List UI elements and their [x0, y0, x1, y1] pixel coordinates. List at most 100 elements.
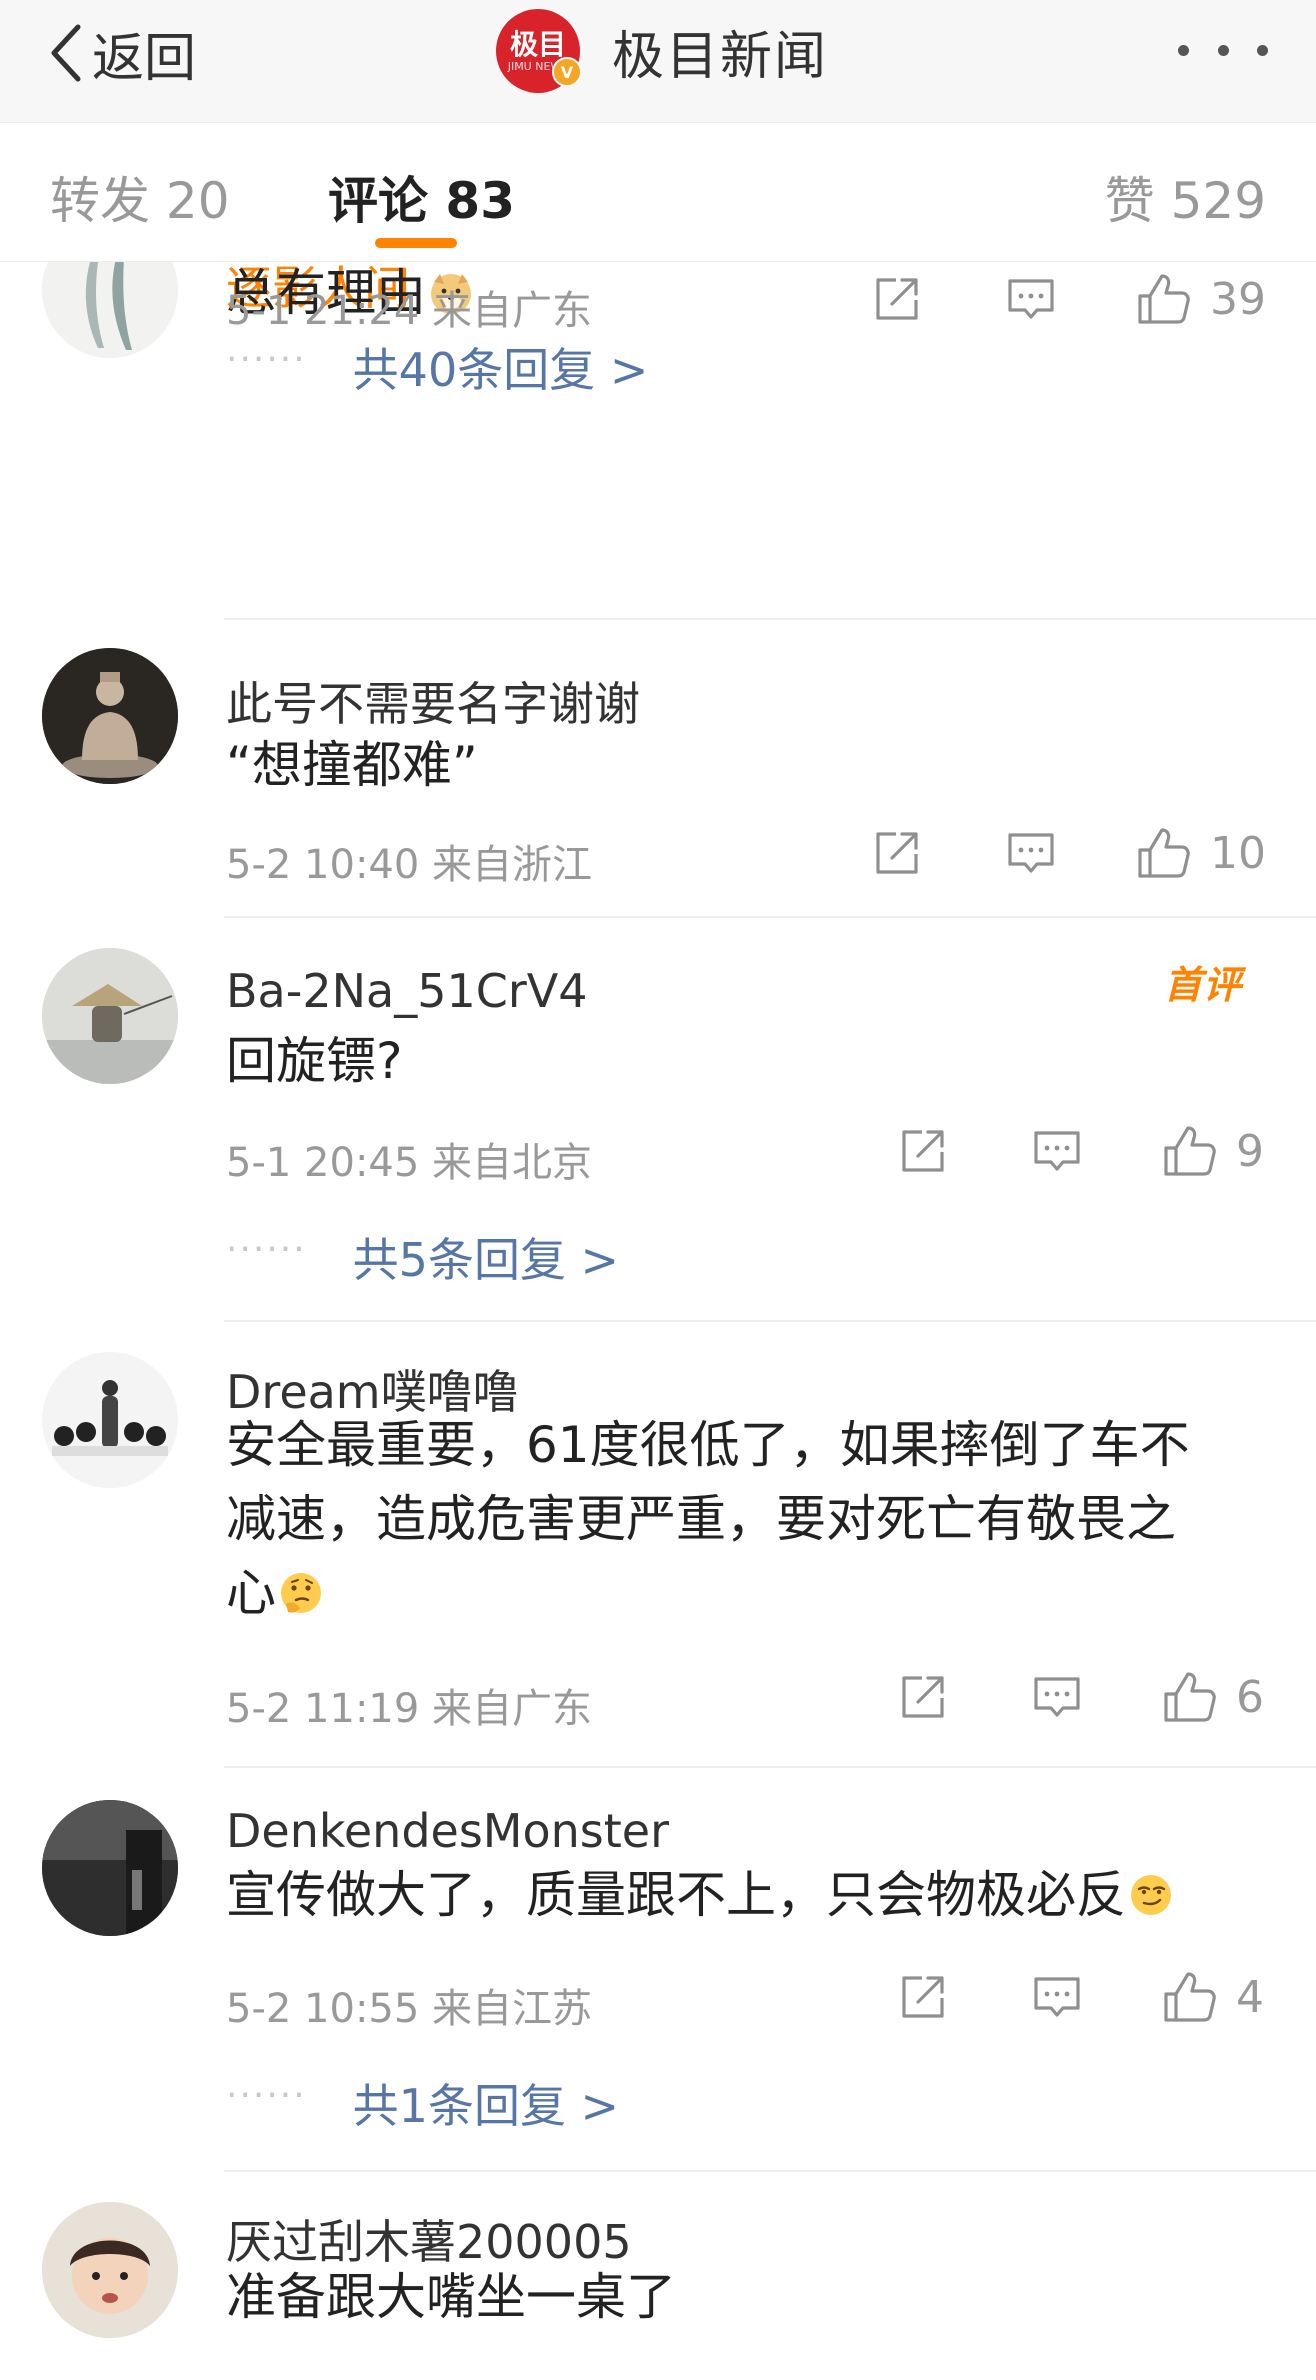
- comment-meta: 5-2 10:40 来自浙江: [226, 842, 593, 888]
- share-icon: [902, 1676, 944, 1718]
- like-count: 4: [1236, 1971, 1264, 2023]
- more-dots-icon: [1257, 44, 1268, 56]
- comment-text-content: 回旋镖?: [226, 1032, 403, 1090]
- comment-text: 回旋镖?: [226, 1024, 1236, 1098]
- avatar-feather-image: [42, 262, 178, 358]
- comment-text: 安全最重要，61度很低了，如果摔倒了车不 减速，造成危害更严重，要对死亡有敬畏之…: [226, 1408, 1236, 1630]
- reply-dots: ······: [226, 339, 307, 380]
- comment-text: 宣传做大了，质量跟不上，只会物极必反: [226, 1858, 1236, 1932]
- comment-meta: 5-1 20:45 来自北京: [226, 1140, 593, 1186]
- forward-button[interactable]: [896, 1124, 950, 1178]
- more-button[interactable]: [1178, 30, 1268, 70]
- comment-divider: [224, 916, 1316, 918]
- comment-bubble-icon: [1034, 1677, 1080, 1717]
- comment-divider: [224, 2170, 1316, 2172]
- comment-divider: [224, 618, 1316, 620]
- like-button[interactable]: 9: [1160, 1122, 1264, 1180]
- avatar-fisherman-image: [42, 948, 178, 1084]
- comment-username[interactable]: 此号不需要名字谢谢: [226, 668, 640, 734]
- view-replies-link[interactable]: ······ 共5条回复 >: [226, 1224, 619, 1290]
- avatar[interactable]: [42, 2202, 178, 2338]
- comment-text-line: 心: [226, 1564, 276, 1622]
- forward-button[interactable]: [896, 1970, 950, 2024]
- comment-meta: 5-1 21:24 来自广东: [226, 288, 593, 334]
- view-replies-link[interactable]: ······ 共40条回复 >: [226, 334, 648, 400]
- logo-text: 极目: [509, 27, 566, 61]
- reply-dots: ······: [226, 2075, 307, 2116]
- comment-meta: 5-2 11:19 来自广东: [226, 1686, 593, 1732]
- comment-reply-button[interactable]: [1030, 1670, 1084, 1724]
- thumbs-up-icon: [1164, 1672, 1216, 1722]
- tab-bar: 转发 20 评论 83 赞 529: [0, 123, 1316, 262]
- comment-text-content: “想撞都难”: [226, 736, 478, 794]
- thumbs-up-icon: [1138, 274, 1190, 324]
- back-chevron-icon: [51, 24, 81, 82]
- share-icon: [876, 832, 918, 874]
- replies-count-label: 共40条回复 >: [352, 343, 649, 397]
- avatar-statue-image: [42, 648, 178, 784]
- back-label: 返回: [92, 28, 197, 89]
- thumbs-up-icon: [1138, 828, 1190, 878]
- thinking-emoji-icon: [281, 1573, 321, 1613]
- comment-divider: [224, 1320, 1316, 1322]
- share-icon: [876, 278, 918, 320]
- like-button[interactable]: 39: [1134, 270, 1266, 328]
- top-navigation-bar: 返回 极目 JIMU NEWS V 极目新闻: [0, 0, 1316, 123]
- smirk-emoji-icon: [1131, 1875, 1171, 1915]
- like-button[interactable]: 4: [1160, 1968, 1264, 2026]
- avatar-figures-image: [42, 1352, 178, 1488]
- comment-list: 逐影人间 总有理由 5-1 21:24 来自广东 39 ······ 共40条回…: [0, 262, 1316, 2380]
- avatar[interactable]: [42, 948, 178, 1084]
- first-comment-badge: 首评: [1163, 963, 1242, 1007]
- avatar[interactable]: [42, 1800, 178, 1936]
- comment-reply-button[interactable]: [1030, 1124, 1084, 1178]
- tab-likes[interactable]: 赞 529: [1105, 161, 1266, 233]
- comment-reply-button[interactable]: [1004, 272, 1058, 326]
- reply-dots: ······: [226, 1229, 307, 1270]
- page-title: 极目新闻: [612, 26, 829, 87]
- like-count: 6: [1236, 1671, 1264, 1723]
- avatar[interactable]: [42, 1352, 178, 1488]
- avatar-dark-room-image: [42, 1800, 178, 1936]
- thumbs-up-icon: [1164, 1126, 1216, 1176]
- comment-text: “想撞都难”: [226, 728, 1236, 802]
- verified-badge-icon: V: [552, 57, 582, 87]
- share-icon: [902, 1976, 944, 2018]
- like-button[interactable]: 10: [1134, 824, 1266, 882]
- comment-text: 准备跟大嘴坐一桌了: [226, 2260, 1236, 2334]
- thumbs-up-icon: [1164, 1972, 1216, 2022]
- comment-text-line: 减速，造成危害更严重，要对死亡有敬畏之: [226, 1490, 1176, 1548]
- back-button[interactable]: 返回: [46, 18, 197, 89]
- replies-count-label: 共1条回复 >: [352, 2079, 620, 2133]
- share-icon: [902, 1130, 944, 1172]
- comment-text-last-line: 心: [226, 1556, 1236, 1630]
- replies-count-label: 共5条回复 >: [352, 1233, 620, 1287]
- comment-reply-button[interactable]: [1004, 826, 1058, 880]
- brand-logo: 极目 JIMU NEWS V: [496, 9, 582, 93]
- like-count: 9: [1236, 1125, 1264, 1177]
- comment-reply-button[interactable]: [1030, 1970, 1084, 2024]
- more-dots-icon: [1178, 44, 1189, 56]
- comment-bubble-icon: [1034, 1977, 1080, 2017]
- tab-repost[interactable]: 转发 20: [50, 161, 230, 233]
- avatar[interactable]: [42, 648, 178, 784]
- forward-button[interactable]: [870, 826, 924, 880]
- like-button[interactable]: 6: [1160, 1668, 1264, 1726]
- tab-comments[interactable]: 评论 83: [328, 161, 515, 233]
- like-count: 39: [1210, 273, 1266, 325]
- avatar-child-image: [42, 2202, 178, 2338]
- forward-button[interactable]: [896, 1670, 950, 1724]
- comment-username[interactable]: Ba-2Na_51CrV4: [226, 964, 588, 1018]
- active-tab-indicator: [375, 238, 457, 248]
- comment-bubble-icon: [1008, 279, 1054, 319]
- avatar[interactable]: [42, 262, 178, 358]
- account-brand[interactable]: 极目 JIMU NEWS V 极目新闻: [496, 9, 829, 93]
- comment-bubble-icon: [1008, 833, 1054, 873]
- comment-bubble-icon: [1034, 1131, 1080, 1171]
- comment-text-line: 安全最重要，61度很低了，如果摔倒了车不: [226, 1416, 1190, 1474]
- comment-text-content: 宣传做大了，质量跟不上，只会物极必反: [226, 1866, 1126, 1924]
- like-count: 10: [1210, 827, 1266, 879]
- comment-username[interactable]: DenkendesMonster: [226, 1804, 669, 1858]
- view-replies-link[interactable]: ······ 共1条回复 >: [226, 2070, 619, 2136]
- forward-button[interactable]: [870, 272, 924, 326]
